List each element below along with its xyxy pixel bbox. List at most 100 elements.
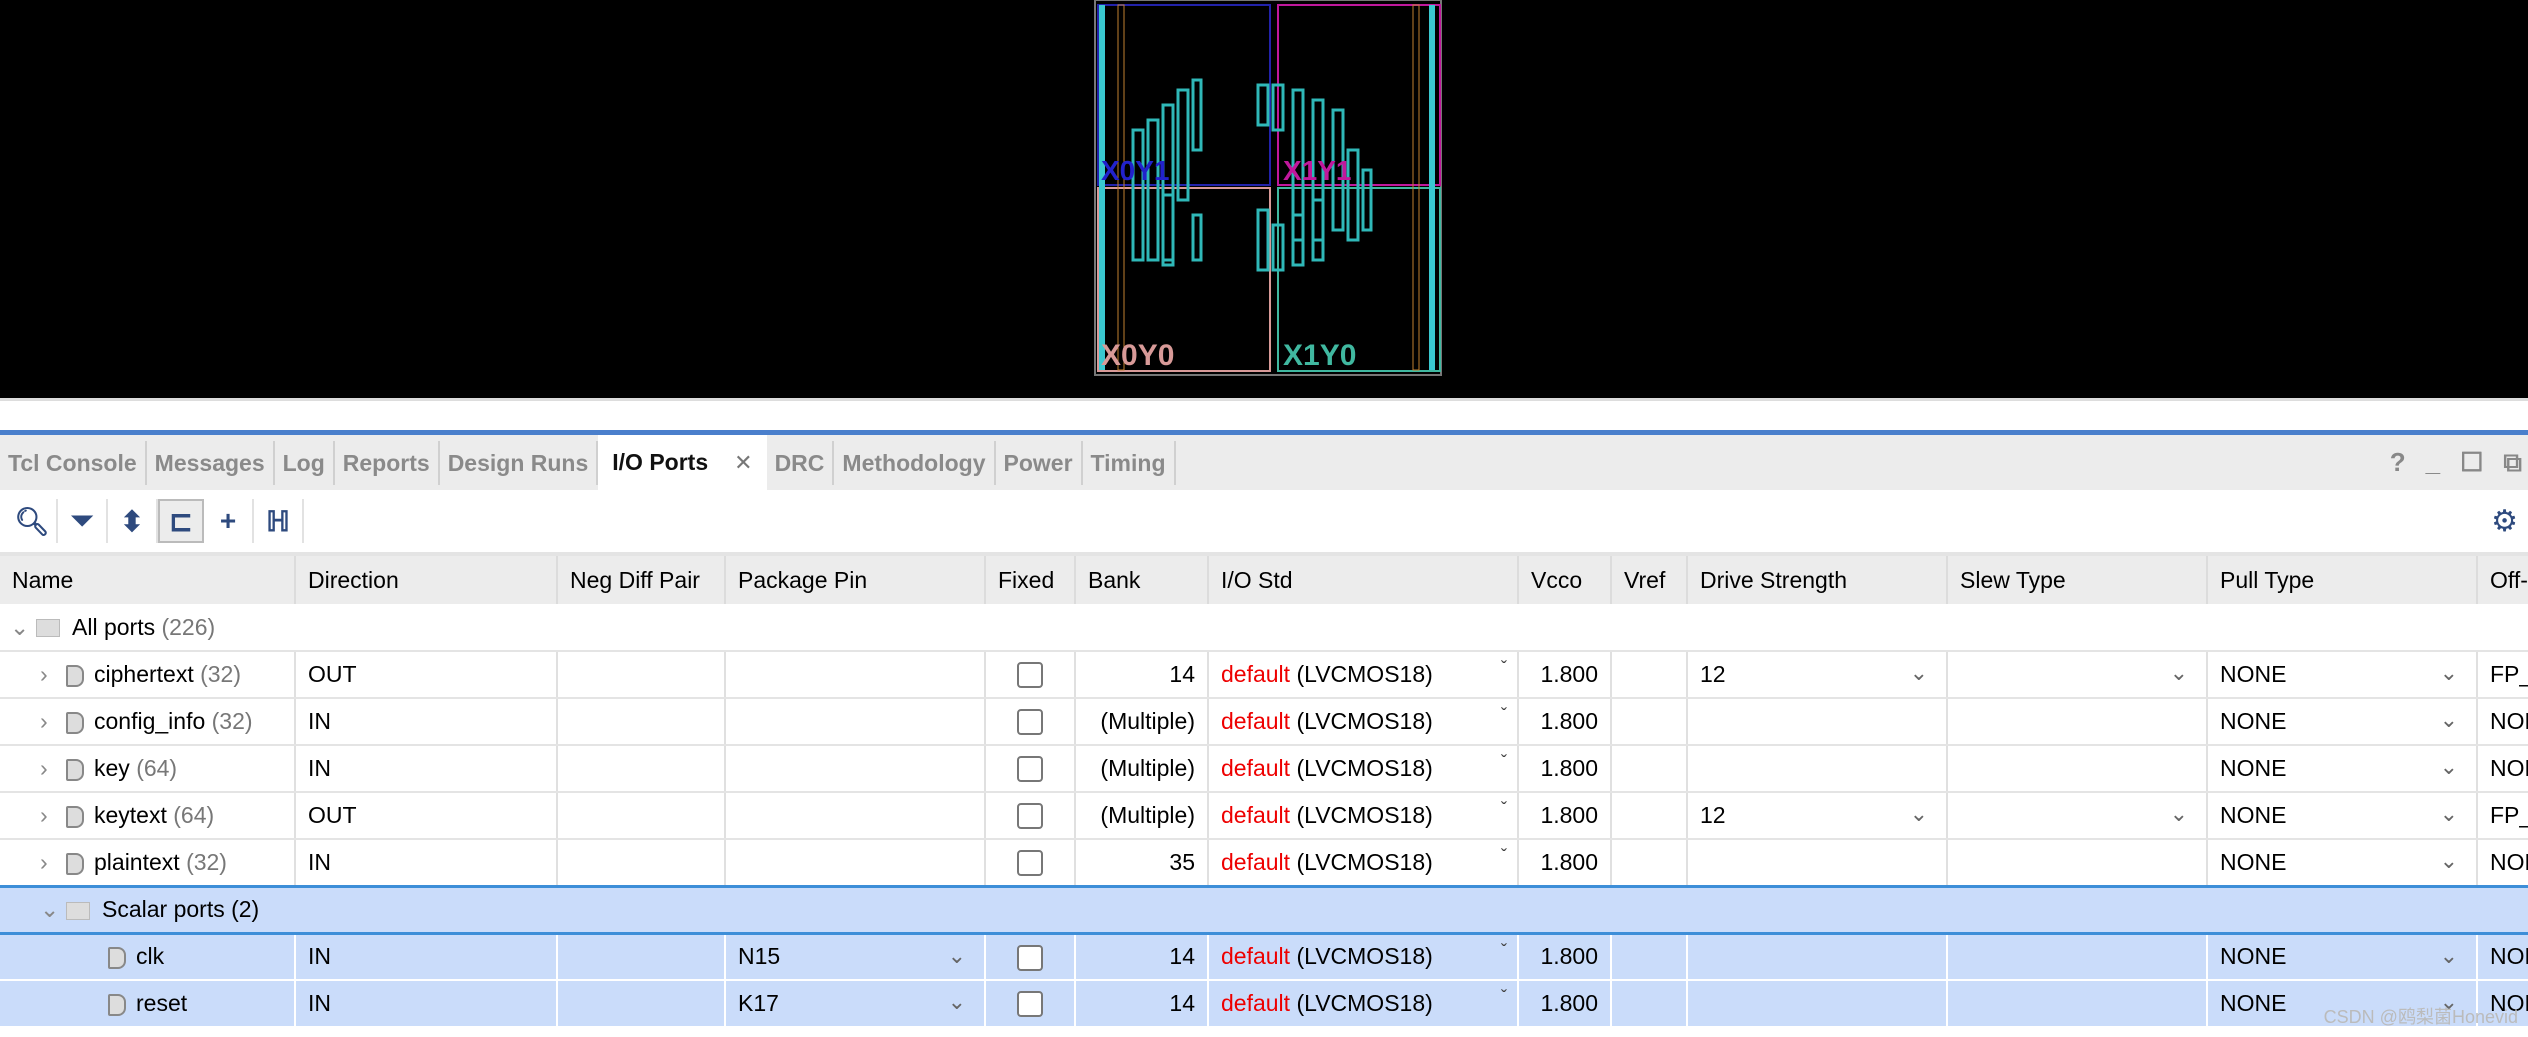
column-header[interactable]: I/O Std: [1208, 552, 1519, 604]
column-header[interactable]: Drive Strength: [1687, 552, 1948, 604]
package-pin-cell[interactable]: [725, 745, 986, 793]
chevron-down-icon[interactable]: ⌄: [2170, 801, 2188, 827]
slew-type-cell[interactable]: [1947, 980, 2208, 1028]
tab-power[interactable]: Power: [996, 441, 1083, 485]
tree-row-all-ports[interactable]: ⌄ All ports (226): [0, 604, 2528, 652]
fixed-checkbox[interactable]: [1017, 850, 1043, 877]
column-header[interactable]: Vref: [1611, 552, 1688, 604]
chevron-down-icon[interactable]: ⌄: [2440, 754, 2458, 780]
drive-strength-cell[interactable]: [1687, 698, 1948, 746]
table-row[interactable]: › plaintext (32) IN 35 default (LVCMOS18)…: [0, 839, 2528, 887]
pull-type-cell[interactable]: NONE ⌄: [2207, 745, 2478, 793]
tab-log[interactable]: Log: [275, 441, 335, 485]
splitter[interactable]: [0, 398, 2528, 432]
column-header[interactable]: Package Pin: [725, 552, 986, 604]
tab-timing[interactable]: Timing: [1083, 441, 1176, 485]
dropdown-icon[interactable]: ˇ: [1501, 658, 1507, 679]
pull-type-cell[interactable]: NONE ⌄: [2207, 933, 2478, 981]
tab-reports[interactable]: Reports: [335, 441, 440, 485]
chevron-down-icon[interactable]: ⌄: [2440, 707, 2458, 733]
slew-type-cell[interactable]: [1947, 698, 2208, 746]
tree-row-scalar-ports[interactable]: ⌄ Scalar ports (2): [0, 884, 2528, 935]
drive-strength-cell[interactable]: 12 ⌄: [1687, 792, 1948, 840]
chevron-right-icon[interactable]: ›: [40, 802, 66, 829]
package-pin-cell[interactable]: [725, 839, 986, 887]
pull-type-cell[interactable]: NONE ⌄: [2207, 839, 2478, 887]
float-icon[interactable]: ⧉: [2503, 447, 2522, 479]
package-pin-cell[interactable]: N15 ⌄: [725, 933, 986, 981]
io-std-cell[interactable]: default (LVCMOS18) ˇ: [1208, 839, 1519, 887]
chevron-right-icon[interactable]: ›: [40, 661, 66, 688]
device-view[interactable]: X0Y1 X1Y1 X0Y0 X1Y0: [0, 0, 2528, 398]
chevron-down-icon[interactable]: ⌄: [1910, 801, 1928, 827]
group-by-interface-icon[interactable]: ⊏: [158, 499, 204, 543]
tab-methodology[interactable]: Methodology: [834, 441, 996, 485]
chevron-down-icon[interactable]: ⌄: [2440, 848, 2458, 874]
slew-type-cell[interactable]: [1947, 933, 2208, 981]
package-pin-cell[interactable]: [725, 698, 986, 746]
fixed-checkbox[interactable]: [1017, 991, 1043, 1018]
table-row[interactable]: › ciphertext (32) OUT 14 default (LVCMOS1…: [0, 651, 2528, 699]
chevron-down-icon[interactable]: ⌄: [2170, 660, 2188, 686]
auto-assign-icon[interactable]: ℍ: [254, 499, 304, 543]
table-row[interactable]: › config_info (32) IN (Multiple) default …: [0, 698, 2528, 746]
search-icon[interactable]: 🔍︎: [8, 499, 58, 543]
close-icon[interactable]: ✕: [734, 450, 752, 476]
tab-design-runs[interactable]: Design Runs: [440, 441, 599, 485]
pull-type-cell[interactable]: NONE ⌄: [2207, 651, 2478, 699]
fixed-checkbox[interactable]: [1017, 756, 1043, 783]
io-std-cell[interactable]: default (LVCMOS18) ˇ: [1208, 698, 1519, 746]
chevron-down-icon[interactable]: ⌄: [1910, 660, 1928, 686]
chevron-right-icon[interactable]: ›: [40, 849, 66, 876]
column-header[interactable]: Name: [0, 552, 296, 604]
slew-type-cell[interactable]: [1947, 839, 2208, 887]
tab-messages[interactable]: Messages: [147, 441, 275, 485]
column-header[interactable]: Slew Type: [1947, 552, 2208, 604]
column-header[interactable]: Direction: [295, 552, 558, 604]
io-std-cell[interactable]: default (LVCMOS18) ˇ: [1208, 651, 1519, 699]
package-pin-cell[interactable]: K17 ⌄: [725, 980, 986, 1028]
chevron-down-icon[interactable]: ⌄: [40, 896, 66, 923]
tab-tcl-console[interactable]: Tcl Console: [0, 441, 147, 485]
column-header[interactable]: Pull Type: [2207, 552, 2478, 604]
table-row[interactable]: reset IN K17 ⌄ 14 default (LVCMOS18) ˇ 1.8…: [0, 980, 2528, 1028]
minimize-icon[interactable]: _: [2426, 447, 2440, 479]
table-row[interactable]: › key (64) IN (Multiple) default (LVCMOS1…: [0, 745, 2528, 793]
package-pin-cell[interactable]: [725, 651, 986, 699]
dropdown-icon[interactable]: ˇ: [1501, 799, 1507, 820]
drive-strength-cell[interactable]: 12 ⌄: [1687, 651, 1948, 699]
package-pin-cell[interactable]: [725, 792, 986, 840]
column-header[interactable]: Neg Diff Pair: [557, 552, 726, 604]
slew-type-cell[interactable]: ⌄: [1947, 792, 2208, 840]
dropdown-icon[interactable]: ˇ: [1501, 752, 1507, 773]
column-header[interactable]: Fixed: [985, 552, 1076, 604]
pull-type-cell[interactable]: NONE ⌄: [2207, 792, 2478, 840]
chevron-down-icon[interactable]: ⌄: [948, 989, 966, 1015]
drive-strength-cell[interactable]: [1687, 839, 1948, 887]
collapse-all-icon[interactable]: ⏷: [58, 499, 108, 543]
fixed-checkbox[interactable]: [1017, 709, 1043, 736]
slew-type-cell[interactable]: ⌄: [1947, 651, 2208, 699]
chevron-down-icon[interactable]: ⌄: [948, 943, 966, 969]
chevron-down-icon[interactable]: ⌄: [2440, 801, 2458, 827]
column-header[interactable]: Off-C: [2477, 552, 2528, 604]
tab-io-ports[interactable]: I/O Ports ✕: [598, 435, 767, 490]
table-row[interactable]: › keytext (64) OUT (Multiple) default (LV…: [0, 792, 2528, 840]
fixed-checkbox[interactable]: [1017, 944, 1043, 971]
io-std-cell[interactable]: default (LVCMOS18) ˇ: [1208, 980, 1519, 1028]
tab-drc[interactable]: DRC: [767, 441, 835, 485]
gear-icon[interactable]: ⚙: [2491, 504, 2518, 539]
expand-all-icon[interactable]: ⬍: [108, 499, 158, 543]
maximize-icon[interactable]: ☐: [2460, 447, 2483, 479]
chevron-down-icon[interactable]: ⌄: [2440, 660, 2458, 686]
chevron-right-icon[interactable]: ›: [40, 708, 66, 735]
chevron-down-icon[interactable]: ⌄: [2440, 943, 2458, 969]
chevron-down-icon[interactable]: ⌄: [10, 614, 36, 641]
dropdown-icon[interactable]: ˇ: [1501, 705, 1507, 726]
column-header[interactable]: Vcco: [1518, 552, 1612, 604]
chevron-right-icon[interactable]: ›: [40, 755, 66, 782]
io-std-cell[interactable]: default (LVCMOS18) ˇ: [1208, 792, 1519, 840]
fixed-checkbox[interactable]: [1017, 803, 1043, 830]
add-icon[interactable]: +: [204, 499, 254, 543]
drive-strength-cell[interactable]: [1687, 980, 1948, 1028]
